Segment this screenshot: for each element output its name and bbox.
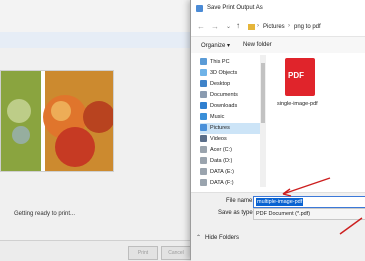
arrow-to-filename xyxy=(282,177,331,195)
arrow-to-save-type xyxy=(339,217,363,235)
annotation-arrows xyxy=(282,177,363,235)
